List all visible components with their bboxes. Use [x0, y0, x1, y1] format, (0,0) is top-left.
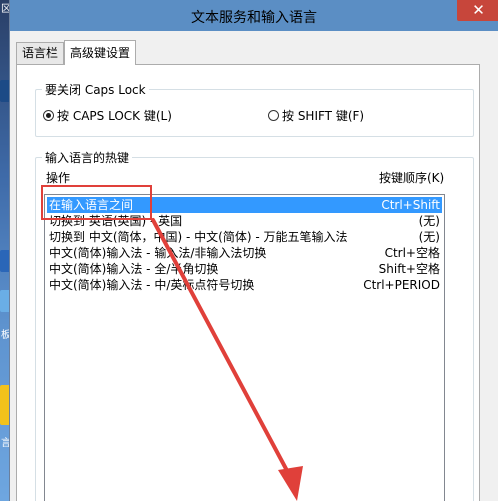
- close-button[interactable]: ✕: [457, 0, 498, 21]
- hotkeys-list[interactable]: 在输入语言之间 Ctrl+Shift 切换到 英语(英国) - 英国 (无) 切…: [44, 194, 445, 501]
- hotkey-sequence: (无): [418, 214, 440, 228]
- hotkeys-group-title: 输入语言的热键: [42, 149, 133, 166]
- radio-label: 按 SHIFT 键(F): [282, 109, 365, 123]
- radio-shift-key[interactable]: 按 SHIFT 键(F): [268, 108, 364, 124]
- hotkey-action: 切换到 中文(简体，中国) - 中文(简体) - 万能五笔输入法: [49, 230, 348, 244]
- list-item[interactable]: 中文(简体)输入法 - 全/半角切换 Shift+空格: [47, 261, 442, 277]
- title-bar[interactable]: 文本服务和输入语言 ✕: [10, 0, 498, 31]
- column-header-key-sequence: 按键顺序(K): [379, 171, 445, 185]
- radio-button[interactable]: [268, 110, 279, 121]
- hotkey-sequence: Ctrl+Shift: [381, 198, 440, 212]
- tab-language-bar[interactable]: 语言栏: [16, 42, 65, 64]
- hotkey-action: 中文(简体)输入法 - 中/英标点符号切换: [49, 278, 255, 292]
- hotkey-sequence: Ctrl+空格: [384, 246, 440, 260]
- list-item[interactable]: 中文(简体)输入法 - 输入法/非输入法切换 Ctrl+空格: [47, 245, 442, 261]
- column-header-action: 操作: [46, 171, 71, 185]
- list-item[interactable]: 切换到 中文(简体，中国) - 中文(简体) - 万能五笔输入法 (无): [47, 229, 442, 245]
- caps-lock-group-title: 要关闭 Caps Lock: [42, 81, 149, 98]
- caps-lock-group: 要关闭 Caps Lock 按 CAPS LOCK 键(L) 按 SHIFT 键…: [35, 81, 474, 137]
- hotkey-action: 中文(简体)输入法 - 全/半角切换: [49, 262, 219, 276]
- radio-caps-lock-key[interactable]: 按 CAPS LOCK 键(L): [43, 108, 172, 124]
- annotation-highlight-box: [41, 185, 152, 220]
- text-services-dialog: 文本服务和输入语言 ✕ 语言栏 高级键设置 要关闭 Caps Lock 按 CA…: [9, 0, 498, 501]
- hotkey-sequence: Shift+空格: [378, 262, 440, 276]
- hotkey-action: 中文(简体)输入法 - 输入法/非输入法切换: [49, 246, 267, 260]
- close-icon: ✕: [472, 1, 485, 19]
- hotkey-sequence: (无): [418, 230, 440, 244]
- radio-label: 按 CAPS LOCK 键(L): [57, 109, 172, 123]
- screen: 区 板 言 文本服务和输入语言 ✕ 语言栏 高级键设置 要关闭 Caps Loc…: [0, 0, 498, 501]
- window-title: 文本服务和输入语言: [191, 10, 317, 26]
- tab-page-advanced-key-settings: 要关闭 Caps Lock 按 CAPS LOCK 键(L) 按 SHIFT 键…: [16, 64, 480, 501]
- tab-advanced-key-settings[interactable]: 高级键设置: [64, 40, 137, 65]
- list-item[interactable]: 中文(简体)输入法 - 中/英标点符号切换 Ctrl+PERIOD: [47, 277, 442, 293]
- hotkey-sequence: Ctrl+PERIOD: [363, 278, 440, 292]
- radio-button-checked[interactable]: [43, 110, 54, 121]
